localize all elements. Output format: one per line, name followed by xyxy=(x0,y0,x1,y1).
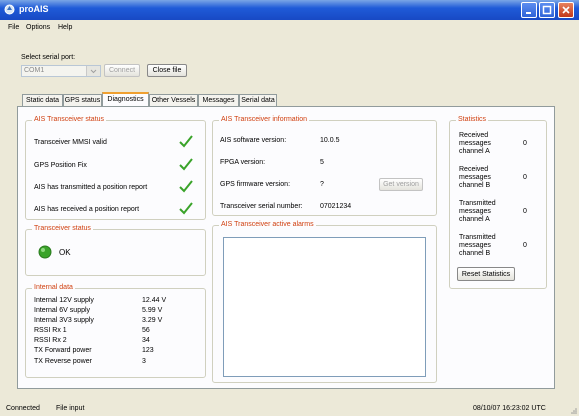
ais-info-group: AIS Transceiver information AIS software… xyxy=(212,116,437,216)
menu-bar: File Options Help xyxy=(0,20,579,36)
stat-label: Transmitted xyxy=(459,200,496,207)
check-icon xyxy=(179,180,193,193)
ais-status-group: AIS Transceiver status Transceiver MMSI … xyxy=(25,116,206,220)
stat-label: channel B xyxy=(459,182,491,189)
stat-value: 0 xyxy=(523,208,527,215)
ais-info-value: 5 xyxy=(320,159,324,166)
internal-data-label: Internal 6V supply xyxy=(34,307,91,314)
internal-data-label: Internal 12V supply xyxy=(34,297,94,304)
internal-data-title: Internal data xyxy=(32,284,75,291)
main-window: proAIS File Options Help Select serial p… xyxy=(0,0,579,416)
internal-data-value: 5.99 V xyxy=(142,307,163,314)
maximize-button[interactable] xyxy=(539,2,555,18)
stat-label: messages xyxy=(459,140,491,147)
internal-data-label: Internal 3V3 supply xyxy=(34,317,94,324)
menu-help[interactable]: Help xyxy=(58,24,72,31)
diagnostics-panel: AIS Transceiver status Transceiver MMSI … xyxy=(17,106,555,389)
check-icon xyxy=(179,202,193,215)
alarms-list[interactable] xyxy=(223,237,426,377)
tab-static-data[interactable]: Static data xyxy=(22,94,63,106)
get-version-button[interactable]: Get version xyxy=(379,178,423,191)
check-icon xyxy=(179,135,193,148)
stat-value: 0 xyxy=(523,242,527,249)
ais-info-title: AIS Transceiver information xyxy=(219,116,309,123)
transceiver-status-group: Transceiver status OK xyxy=(25,225,206,276)
stat-label: messages xyxy=(459,242,491,249)
internal-data-label: TX Reverse power xyxy=(34,358,92,365)
stat-label: channel A xyxy=(459,148,490,155)
title-bar[interactable]: proAIS xyxy=(0,0,579,20)
serial-port-label: Select serial port: xyxy=(21,54,76,61)
tab-gps-status[interactable]: GPS status xyxy=(63,94,102,106)
close-window-button[interactable] xyxy=(558,2,574,18)
input-mode: File input xyxy=(56,405,85,412)
app-icon xyxy=(4,4,15,15)
ais-info-value: 07021234 xyxy=(320,203,352,210)
internal-data-label: RSSI Rx 1 xyxy=(34,327,67,334)
stat-value: 0 xyxy=(523,174,527,181)
menu-file[interactable]: File xyxy=(8,24,19,31)
internal-data-value: 12.44 V xyxy=(142,297,167,304)
stat-label: channel A xyxy=(459,216,490,223)
statistics-group: Statistics Received messages channel A 0… xyxy=(449,116,547,289)
internal-data-label: RSSI Rx 2 xyxy=(34,337,67,344)
status-datetime: 08/10/07 16:23:02 UTC xyxy=(473,405,546,412)
status-label: Transceiver MMSI valid xyxy=(34,139,107,146)
transceiver-status-value: OK xyxy=(59,248,71,257)
status-led-icon xyxy=(38,245,52,259)
tab-other-vessels[interactable]: Other Vessels xyxy=(149,94,198,106)
stat-label: Transmitted xyxy=(459,234,496,241)
internal-data-value: 56 xyxy=(142,327,150,334)
stat-label: messages xyxy=(459,208,491,215)
minimize-button[interactable] xyxy=(521,2,537,18)
ais-info-value: 10.0.5 xyxy=(320,137,340,144)
internal-data-value: 3.29 V xyxy=(142,317,163,324)
serial-port-select[interactable]: COM1 xyxy=(21,65,101,77)
minimize-icon xyxy=(526,12,531,14)
ais-status-title: AIS Transceiver status xyxy=(32,116,107,123)
status-label: AIS has received a position report xyxy=(34,206,140,213)
status-bar: Connected File input 08/10/07 16:23:02 U… xyxy=(0,400,579,416)
chevron-down-icon[interactable] xyxy=(86,66,100,76)
stat-label: Received xyxy=(459,132,489,139)
internal-data-value: 3 xyxy=(142,358,146,365)
internal-data-group: Internal data Internal 12V supply 12.44 … xyxy=(25,284,206,378)
check-icon xyxy=(179,158,193,171)
tab-serial-data[interactable]: Serial data xyxy=(239,94,277,106)
stat-value: 0 xyxy=(523,140,527,147)
status-label: GPS Position Fix xyxy=(34,162,87,169)
ais-info-label: AIS software version: xyxy=(220,137,287,144)
close-icon xyxy=(562,6,570,14)
alarms-group: AIS Transceiver active alarms xyxy=(212,221,437,383)
transceiver-status-title: Transceiver status xyxy=(32,225,93,232)
serial-port-value: COM1 xyxy=(24,67,45,74)
window-title: proAIS xyxy=(19,4,49,14)
stat-label: Received xyxy=(459,166,489,173)
internal-data-label: TX Forward power xyxy=(34,347,92,354)
stat-label: messages xyxy=(459,174,491,181)
internal-data-value: 123 xyxy=(142,347,154,354)
tab-diagnostics[interactable]: Diagnostics xyxy=(102,92,149,107)
reset-statistics-button[interactable]: Reset Statistics xyxy=(457,267,515,281)
maximize-icon xyxy=(542,5,552,15)
ais-info-label: GPS firmware version: xyxy=(220,181,291,188)
internal-data-value: 34 xyxy=(142,337,150,344)
status-label: AIS has transmitted a position report xyxy=(34,184,148,191)
connection-status: Connected xyxy=(6,405,40,412)
alarms-title: AIS Transceiver active alarms xyxy=(219,221,316,228)
ais-info-label: Transceiver serial number: xyxy=(220,203,303,210)
resize-grip-icon[interactable] xyxy=(570,407,578,415)
ais-info-label: FPGA version: xyxy=(220,159,266,166)
stat-label: channel B xyxy=(459,250,491,257)
statistics-title: Statistics xyxy=(456,116,489,123)
tab-messages[interactable]: Messages xyxy=(198,94,239,106)
connect-button[interactable]: Connect xyxy=(104,64,140,77)
ais-info-value: ? xyxy=(320,181,324,188)
close-file-button[interactable]: Close file xyxy=(147,64,187,77)
menu-options[interactable]: Options xyxy=(26,24,50,31)
